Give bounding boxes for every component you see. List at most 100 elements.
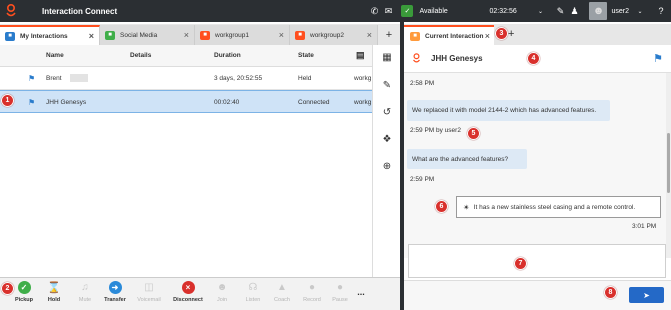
interactions-icon: ■	[5, 31, 15, 41]
interactions-list: Name Details Duration State ▤ ⚑ Brent 3 …	[0, 45, 372, 277]
table-row[interactable]: ⚑ JHH Genesys 00:02:40 Connected workg	[0, 90, 372, 113]
transfer-icon: ➜	[108, 281, 122, 294]
status-selector[interactable]: ✓ Available	[401, 5, 489, 17]
megaphone-icon: ▲	[277, 282, 287, 293]
redacted-text	[70, 74, 88, 82]
chevron-down-icon: ⌄	[637, 8, 643, 15]
disconnect-icon: ×	[181, 281, 195, 294]
callout-badge: 3	[495, 27, 508, 40]
help-icon[interactable]: ?	[651, 0, 671, 22]
column-header-name[interactable]: Name	[46, 52, 64, 59]
callout-badge: 7	[514, 257, 527, 270]
send-button[interactable]: ➤	[629, 287, 664, 303]
agent-message: ✴ It has a new stainless steel casing an…	[456, 196, 661, 218]
row-extra: workg	[354, 75, 372, 82]
check-icon: ✓	[17, 281, 31, 294]
people-icon[interactable]: ♟	[567, 0, 581, 22]
callout-badge: 8	[604, 286, 617, 299]
callout-badge: 4	[527, 52, 540, 65]
workgroup-icon: ■	[200, 30, 210, 40]
row-duration: 00:02:40	[214, 99, 240, 106]
close-icon[interactable]: ×	[367, 30, 372, 40]
tab-label: Current Interaction	[425, 32, 484, 40]
target-icon[interactable]: ⊕	[373, 161, 401, 172]
button-label: Transfer	[104, 297, 126, 303]
button-label: Pause	[332, 297, 348, 303]
add-tab-button[interactable]: +	[378, 24, 400, 45]
chevron-down-icon[interactable]: ⌄	[535, 8, 545, 15]
join-icon: ☻	[216, 282, 228, 293]
side-toolstrip: ▦ ✎ ↺ ❖ ⊕	[372, 45, 400, 277]
headset-icon: ☊	[248, 282, 258, 293]
close-icon[interactable]: ×	[485, 31, 490, 41]
message-input[interactable]	[408, 244, 666, 278]
message-timestamp: 3:01 PM	[632, 223, 657, 230]
row-name: Brent	[46, 75, 62, 82]
chat-transcript: 2:58 PM We replaced it with model 2144-2…	[404, 73, 666, 258]
chat-scrollbar[interactable]	[666, 73, 671, 258]
row-extra: workg	[354, 99, 372, 106]
scrollbar-thumb[interactable]	[667, 133, 670, 193]
table-header: Name Details Duration State ▤	[0, 45, 372, 67]
genesys-logo-icon	[0, 0, 22, 22]
add-tab-button[interactable]: +	[508, 28, 514, 40]
button-label: Join	[216, 297, 228, 303]
session-time: 02:32:56	[489, 7, 517, 15]
tab-workgroup1[interactable]: ■ workgroup1 ×	[195, 25, 290, 45]
chat-icon: ■	[410, 31, 420, 41]
column-header-details[interactable]: Details	[130, 52, 151, 59]
transfer-button[interactable]: ➜ Transfer	[97, 281, 133, 303]
workgroup-icon: ■	[295, 30, 305, 40]
callout-badge: 1	[1, 94, 14, 107]
tab-current-interaction[interactable]: ■ Current Interaction ×	[404, 25, 494, 45]
more-button[interactable]: ...	[343, 287, 379, 297]
send-bar: ➤	[404, 280, 671, 310]
close-icon[interactable]: ×	[184, 30, 189, 40]
call-controls-toolbar: ✓ Pickup ⌛ Hold ♫ Mute ➜ Transfer ◫ Voic…	[0, 277, 400, 310]
status-label: Available	[419, 7, 448, 15]
app-title: Interaction Connect	[42, 6, 118, 16]
current-interaction-panel: ■ Current Interaction × + JHH Genesys ⚑ …	[404, 22, 671, 310]
tab-workgroup2[interactable]: ■ workgroup2 ×	[290, 25, 378, 45]
voicemail-icon: ◫	[144, 282, 154, 293]
genesys-logo-icon	[413, 53, 420, 63]
voicemail-button[interactable]: ◫ Voicemail	[131, 281, 167, 303]
edit-icon[interactable]: ✎	[553, 0, 567, 22]
user-menu[interactable]: ☻ user2 ⌄	[589, 2, 645, 20]
callout-badge: 2	[1, 282, 14, 295]
disconnect-button[interactable]: × Disconnect	[170, 281, 206, 303]
contact-name: JHH Genesys	[431, 54, 483, 63]
mute-icon: ♫	[81, 282, 89, 293]
column-header-state[interactable]: State	[298, 52, 314, 59]
flag-icon: ⚑	[28, 98, 36, 107]
tag-icon[interactable]: ❖	[373, 134, 401, 145]
flag-icon: ⚑	[653, 53, 663, 65]
grid-icon[interactable]: ▦	[373, 52, 401, 63]
row-duration: 3 days, 20:52:55	[214, 75, 263, 82]
button-label: Record	[303, 297, 321, 303]
callout-badge: 6	[435, 200, 448, 213]
user-name: user2	[611, 7, 629, 15]
message-bubble: What are the advanced features?	[407, 149, 527, 169]
column-header-duration[interactable]: Duration	[214, 52, 241, 59]
pencil-icon[interactable]: ✎	[373, 80, 401, 91]
message-timestamp: 2:59 PM by user2	[410, 127, 461, 134]
message-timestamp: 2:58 PM	[410, 80, 435, 87]
message-timestamp: 2:59 PM	[410, 176, 435, 183]
tab-label: Social Media	[120, 31, 158, 39]
loading-spinner-icon: ✴	[463, 202, 470, 212]
avatar: ☻	[589, 2, 608, 20]
tab-social-media[interactable]: ■ Social Media ×	[100, 25, 195, 45]
close-icon[interactable]: ×	[89, 31, 94, 41]
history-icon[interactable]: ↺	[373, 107, 401, 118]
button-label: Coach	[274, 297, 290, 303]
phone-icon[interactable]: ✆	[367, 0, 381, 22]
mail-icon[interactable]: ✉	[381, 0, 395, 22]
tab-my-interactions[interactable]: ■ My Interactions ×	[0, 25, 100, 45]
column-chooser-icon[interactable]: ▤	[356, 50, 365, 61]
callout-badge: 5	[467, 127, 480, 140]
available-status-icon: ✓	[401, 5, 414, 17]
table-row[interactable]: ⚑ Brent 3 days, 20:52:55 Held workg	[0, 67, 372, 90]
close-icon[interactable]: ×	[279, 30, 284, 40]
row-name: JHH Genesys	[46, 99, 87, 106]
